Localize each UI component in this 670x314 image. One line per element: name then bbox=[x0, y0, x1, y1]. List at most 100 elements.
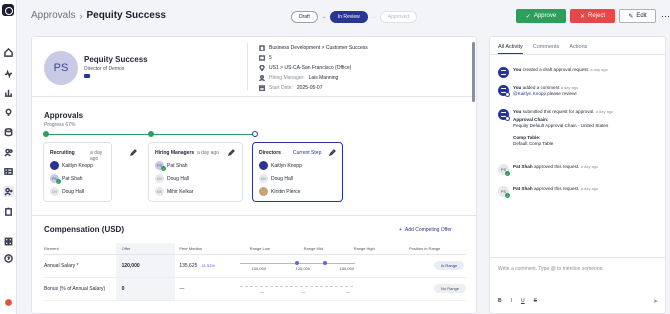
mention-link[interactable]: @Kaitlyn Knopp bbox=[513, 91, 546, 96]
app-logo[interactable] bbox=[2, 4, 14, 16]
edit-step-icon[interactable] bbox=[129, 149, 137, 157]
help-icon[interactable] bbox=[3, 253, 14, 264]
status-badge: No Range bbox=[433, 284, 466, 293]
range-bar: 100,000 125,000 150,000 bbox=[239, 258, 355, 274]
meta-location: US1 > US-CA-San Francisco (Office) bbox=[259, 65, 351, 71]
strikethrough-button[interactable]: S bbox=[534, 298, 537, 304]
activity-item: PS ✓ Pat Shah approved this request. a da… bbox=[498, 164, 658, 176]
mail-icon[interactable] bbox=[84, 74, 90, 78]
step-draft: Draft bbox=[291, 11, 318, 23]
x-icon: ✕ bbox=[579, 13, 585, 20]
offer-cell[interactable]: 0 bbox=[115, 277, 176, 301]
step-time: a day ago bbox=[197, 150, 219, 156]
clipboard-icon[interactable] bbox=[3, 206, 14, 217]
left-nav-rail bbox=[0, 0, 17, 314]
italic-button[interactable]: I bbox=[511, 298, 512, 304]
dollar-icon bbox=[259, 55, 265, 61]
comment-composer[interactable]: Write a comment. Type @ to mention someo… bbox=[490, 257, 665, 313]
approver: Kirstin Pierce bbox=[259, 187, 300, 196]
underline-button[interactable]: U bbox=[521, 298, 525, 304]
send-icon[interactable]: ➤ bbox=[653, 298, 658, 305]
approval-step-card-current: Directors Current Step Kaitlyn Knopp DH D… bbox=[252, 142, 343, 202]
check-icon: ✓ bbox=[505, 171, 510, 176]
column-header: Range Low Range Mid Range High bbox=[239, 243, 401, 255]
more-options-icon[interactable]: ⋯ bbox=[661, 11, 670, 22]
hiring-manager-icon bbox=[259, 75, 265, 81]
page-title: Pequity Success bbox=[86, 10, 166, 21]
activity-icon[interactable] bbox=[3, 68, 14, 79]
divider bbox=[32, 215, 476, 216]
lightbulb-icon[interactable] bbox=[3, 107, 14, 118]
position-cell: In Range bbox=[400, 254, 466, 278]
column-header: Peer Median bbox=[175, 243, 240, 255]
range-low: 100,000 bbox=[251, 265, 267, 271]
approver-avatar bbox=[259, 187, 268, 196]
bar-chart-icon[interactable] bbox=[3, 87, 14, 98]
plus-icon: + bbox=[399, 227, 402, 233]
user-add-icon[interactable] bbox=[3, 186, 14, 197]
range-cell: 100,000 125,000 150,000 bbox=[239, 254, 401, 278]
bold-button[interactable]: B bbox=[498, 298, 502, 304]
approver-avatar bbox=[259, 161, 268, 170]
tab-all-activity[interactable]: All Activity bbox=[498, 44, 523, 54]
tab-comments[interactable]: Comments bbox=[533, 44, 560, 54]
approver: MK Mihir Kelkar bbox=[155, 187, 194, 196]
approver: DH Doug Hall bbox=[259, 174, 293, 183]
approver: Kaitlyn Knopp bbox=[50, 161, 93, 170]
comment-input[interactable]: Write a comment. Type @ to mention someo… bbox=[498, 266, 604, 272]
table-icon[interactable] bbox=[3, 166, 14, 177]
profile-section: PS Pequity Success Director of Demos Bus… bbox=[32, 37, 476, 97]
position-cell: No Range bbox=[400, 277, 466, 301]
home-icon[interactable] bbox=[3, 47, 14, 58]
breadcrumb-root[interactable]: Approvals bbox=[31, 10, 75, 21]
table-row: Bonus (% of Annual Salary) 0 — — — — No … bbox=[44, 277, 466, 301]
meta-start-date: Start Date: 2025-05-07 bbox=[259, 85, 322, 91]
submit-icon bbox=[505, 116, 510, 121]
apps-grid-icon[interactable] bbox=[3, 236, 14, 247]
avatar: PS bbox=[44, 51, 78, 85]
step-time: a day ago bbox=[90, 150, 103, 162]
status-stepper: Draft → In Review → Approved bbox=[291, 11, 418, 23]
compensation-title: Compensation (USD) bbox=[44, 225, 124, 234]
divider bbox=[247, 43, 248, 91]
approver-avatar: PS bbox=[50, 174, 61, 184]
median-marker bbox=[322, 260, 327, 265]
page-header: Approvals › Pequity Success Draft → In R… bbox=[17, 0, 670, 33]
approve-label: Approve bbox=[533, 13, 557, 19]
current-step-label: Current Step bbox=[293, 150, 322, 156]
main-scrollbar[interactable] bbox=[472, 38, 476, 314]
step-title: Directors bbox=[259, 150, 281, 156]
activity-item: You submitted this request for approval.… bbox=[498, 109, 658, 147]
user-profile-icon[interactable] bbox=[3, 297, 14, 308]
avatar: PS ✓ bbox=[498, 186, 510, 198]
reject-button[interactable]: ✕ Reject bbox=[570, 9, 615, 23]
people-icon[interactable] bbox=[3, 147, 14, 158]
activity-panel: All Activity Comments Actions You create… bbox=[489, 36, 666, 314]
user-icon bbox=[498, 67, 509, 78]
approve-button[interactable]: ✓ Approve bbox=[516, 9, 566, 23]
activity-item: You added a comment a day ago @Kaitlyn K… bbox=[498, 85, 658, 97]
progress-track-done bbox=[150, 134, 254, 135]
tab-actions[interactable]: Actions bbox=[569, 44, 587, 54]
step-in-review: In Review bbox=[329, 11, 368, 23]
database-icon[interactable] bbox=[3, 127, 14, 138]
activity-tabs: All Activity Comments Actions bbox=[498, 44, 587, 54]
add-competing-offer-link[interactable]: + Add Competing Offer bbox=[399, 227, 452, 233]
step-dot-recruiting bbox=[43, 131, 49, 137]
edit-step-icon[interactable] bbox=[328, 149, 336, 157]
scrollbar-thumb[interactable] bbox=[472, 42, 475, 102]
approver-avatar: DH bbox=[259, 174, 268, 183]
approver-avatar: PS bbox=[155, 161, 166, 171]
approvals-progress: Progress 67% bbox=[44, 122, 76, 128]
activity-item: PS ✓ Pat Shah approved this request. a da… bbox=[498, 186, 658, 198]
peer-median-cell: — bbox=[175, 277, 240, 301]
offer-cell[interactable]: 120,000 bbox=[115, 254, 176, 278]
approver: PSPat Shah bbox=[50, 174, 83, 184]
edit-button[interactable]: ✎ Edit bbox=[619, 9, 656, 23]
building-icon bbox=[259, 45, 265, 51]
edit-step-icon[interactable] bbox=[227, 149, 235, 157]
approver: PSPat Shah bbox=[155, 161, 188, 171]
step-approved: Approved bbox=[379, 11, 418, 23]
comment-icon bbox=[505, 92, 510, 97]
range-line bbox=[239, 285, 355, 287]
